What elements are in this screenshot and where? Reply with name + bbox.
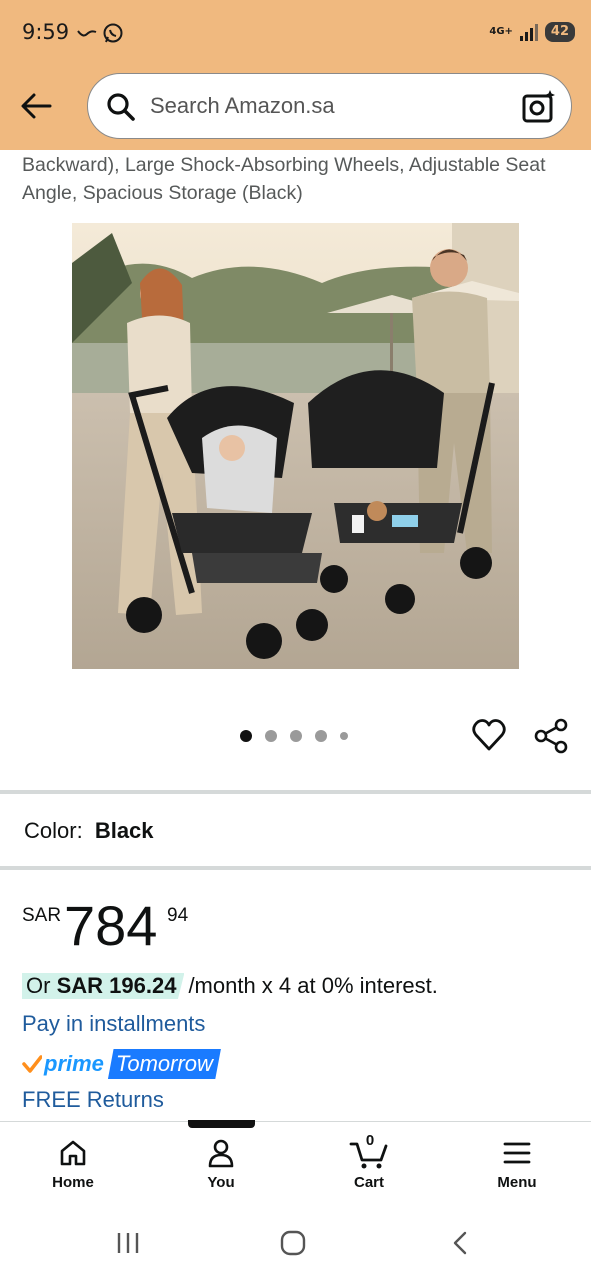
delivery-day-badge: Tomorrow bbox=[107, 1049, 221, 1079]
nav-cart[interactable]: 0 Cart bbox=[319, 1132, 419, 1191]
carousel-dot[interactable] bbox=[315, 730, 327, 742]
carousel-dot[interactable] bbox=[240, 730, 252, 742]
pay-in-installments-link[interactable]: Pay in installments bbox=[22, 1011, 205, 1037]
search-box[interactable] bbox=[87, 73, 572, 139]
prime-label: prime bbox=[44, 1051, 104, 1076]
nav-you-label: You bbox=[207, 1174, 235, 1191]
status-bar: 9:59 4G+ 42 bbox=[0, 0, 591, 66]
bottom-nav: Home You 0 Cart Menu bbox=[0, 1120, 591, 1207]
home-icon bbox=[60, 1140, 86, 1166]
section-divider bbox=[0, 790, 591, 794]
installment-highlight: Or SAR 196.24 bbox=[22, 973, 185, 999]
recent-apps-icon[interactable] bbox=[114, 1229, 142, 1257]
user-icon bbox=[208, 1139, 234, 1168]
installment-amount: SAR 196.24 bbox=[56, 973, 177, 998]
signal-icon bbox=[519, 24, 538, 41]
product-image[interactable] bbox=[72, 223, 519, 669]
system-nav-bar bbox=[0, 1207, 591, 1280]
prime-delivery: prime Tomorrow bbox=[22, 1046, 221, 1082]
search-input[interactable] bbox=[150, 88, 490, 124]
installment-offer: Or SAR 196.24 /month x 4 at 0% interest. bbox=[22, 973, 438, 999]
tilde-notification-icon bbox=[77, 30, 97, 37]
search-icon bbox=[107, 93, 135, 121]
nav-you[interactable]: You bbox=[171, 1136, 271, 1191]
nav-menu-label: Menu bbox=[497, 1174, 537, 1191]
status-notification-icons bbox=[76, 22, 124, 44]
back-arrow-icon bbox=[21, 93, 52, 119]
nav-home[interactable]: Home bbox=[23, 1136, 123, 1191]
installment-prefix: Or bbox=[26, 973, 51, 998]
price-currency: SAR bbox=[22, 905, 62, 926]
price-whole: 784 bbox=[64, 894, 158, 957]
share-button[interactable] bbox=[533, 717, 571, 760]
home-system-icon[interactable] bbox=[279, 1229, 307, 1257]
color-selector[interactable]: Color: Black bbox=[24, 818, 154, 844]
status-time: 9:59 bbox=[22, 20, 70, 44]
nav-menu[interactable]: Menu bbox=[467, 1136, 567, 1191]
carousel-dot[interactable] bbox=[290, 730, 302, 742]
prime-check-icon bbox=[22, 1055, 42, 1073]
battery-indicator: 42 bbox=[544, 22, 575, 42]
color-value: Black bbox=[94, 818, 154, 843]
status-right-icons: 4G+ 42 bbox=[489, 22, 575, 42]
network-label: 4G+ bbox=[489, 26, 513, 37]
product-title[interactable]: Backward), Large Shock-Absorbing Wheels,… bbox=[22, 151, 572, 207]
active-tab-indicator bbox=[188, 1120, 255, 1128]
free-returns-link[interactable]: FREE Returns bbox=[22, 1087, 164, 1113]
nav-cart-label: Cart bbox=[353, 1174, 384, 1191]
image-carousel-dots bbox=[240, 730, 348, 742]
cart-count: 0 bbox=[365, 1132, 375, 1149]
color-label: Color: bbox=[24, 818, 83, 843]
camera-search-icon[interactable] bbox=[521, 89, 557, 125]
nav-home-label: Home bbox=[52, 1174, 94, 1191]
section-divider bbox=[0, 866, 591, 870]
heart-icon bbox=[472, 719, 506, 751]
carousel-dot[interactable] bbox=[265, 730, 277, 742]
carousel-dot[interactable] bbox=[340, 732, 348, 740]
back-system-icon[interactable] bbox=[446, 1229, 474, 1257]
back-button[interactable] bbox=[16, 86, 56, 126]
menu-icon bbox=[503, 1142, 531, 1164]
search-header bbox=[0, 66, 591, 150]
share-icon bbox=[534, 718, 568, 754]
installment-terms: /month x 4 at 0% interest. bbox=[188, 973, 438, 998]
wishlist-button[interactable] bbox=[471, 717, 507, 758]
whatsapp-icon bbox=[103, 23, 123, 43]
price-fraction: 94 bbox=[167, 905, 189, 926]
